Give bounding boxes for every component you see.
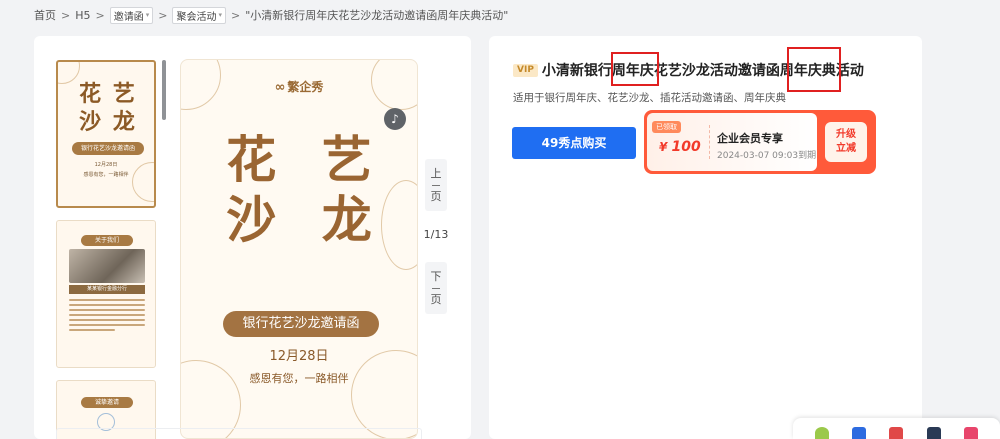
- next-page-button[interactable]: 下 页: [425, 262, 447, 314]
- divider: [432, 184, 440, 186]
- detail-panel: VIP 小清新银行周年庆花艺沙龙活动邀请函周年庆典活动 适用于银行周年庆、花艺沙…: [489, 36, 922, 439]
- thumbnail-date: 12月28日: [94, 162, 118, 168]
- brand-logo: ∞ 繁企秀: [181, 78, 417, 95]
- thumbnail-caption: 某某银行金融分行: [69, 285, 145, 294]
- breadcrumb-separator: >: [230, 8, 241, 22]
- preview-date: 12月28日: [269, 349, 329, 364]
- preview-title-line: 花 艺: [226, 130, 386, 189]
- divider: [709, 125, 710, 159]
- breadcrumb-category-dropdown[interactable]: 邀请函 ▾: [109, 6, 154, 24]
- divider: [432, 287, 440, 289]
- breadcrumb-separator: >: [61, 8, 71, 22]
- preview-panel: 花 艺 沙 龙 银行花艺沙龙邀请函 12月28日 感恩有您，一路相伴 关于我们 …: [34, 36, 471, 439]
- thumbnail-thanks: 感恩有您，一路相伴: [83, 172, 129, 178]
- breadcrumb-category-label: 邀请函: [113, 11, 144, 23]
- thumbnail-page-1[interactable]: 花 艺 沙 龙 银行花艺沙龙邀请函 12月28日 感恩有您，一路相伴: [56, 60, 156, 208]
- breadcrumb: 首页 > H5 > 邀请函 ▾ > 聚会活动 ▾ > "小清新银行周年庆花艺沙龙…: [34, 6, 508, 24]
- prev-page-label: 页: [430, 189, 442, 203]
- app-icon[interactable]: [964, 427, 979, 439]
- thumbnail-title-line: 花 艺: [79, 81, 137, 107]
- thumbnail-page-2[interactable]: 关于我们 某某银行金融分行: [56, 220, 156, 368]
- main-preview-canvas: ∞ 繁企秀 花 艺 沙 龙 银行花艺沙龙邀请函 12月28日 感恩有您，一路相伴: [180, 59, 418, 439]
- buy-button[interactable]: 49秀点购买: [512, 127, 636, 159]
- bottom-toolbar: [56, 428, 422, 439]
- user-icon[interactable]: [814, 427, 829, 439]
- coupon-tag: 已领取: [652, 121, 681, 133]
- breadcrumb-separator: >: [158, 8, 168, 22]
- upgrade-label: 升级: [836, 129, 856, 140]
- coupon-body: 已领取 ¥ 100 企业会员专享 2024-03-07 09:03到期: [647, 113, 817, 171]
- next-page-label: 下: [430, 269, 442, 283]
- vip-badge: VIP: [513, 63, 538, 77]
- highlight-box: [611, 52, 659, 86]
- thumbnail-photo: [69, 249, 145, 283]
- coupon-expire: 2024-03-07 09:03到期: [717, 151, 817, 161]
- thumbnail-banner: 银行花艺沙龙邀请函: [72, 142, 144, 155]
- prev-page-label: 上: [430, 166, 442, 180]
- thumbnail-header: 关于我们: [81, 235, 133, 246]
- breadcrumb-separator: >: [95, 8, 105, 22]
- thumbnail-title-line: 沙 龙: [79, 109, 137, 135]
- coupon-amount: ¥ 100: [659, 139, 701, 155]
- thumbnail-text-block: [69, 299, 145, 334]
- preview-title-line: 沙 龙: [226, 190, 386, 249]
- page-indicator: 1/13: [423, 228, 449, 241]
- logo-icon: ∞: [274, 80, 286, 95]
- coupon-value: 100: [671, 139, 701, 155]
- upgrade-label: 立减: [836, 143, 856, 154]
- breadcrumb-subcategory-dropdown[interactable]: 聚会活动 ▾: [172, 6, 226, 24]
- preview-thanks: 感恩有您，一路相伴: [249, 372, 349, 385]
- breadcrumb-home[interactable]: 首页: [34, 7, 56, 23]
- breadcrumb-h5[interactable]: H5: [75, 9, 90, 22]
- thumbnail-header: 诚挚邀请: [81, 397, 133, 408]
- logo-text: 繁企秀: [287, 80, 324, 94]
- tag-icon[interactable]: [889, 427, 904, 439]
- currency-symbol: ¥: [659, 140, 668, 154]
- shield-icon[interactable]: [852, 427, 867, 439]
- breadcrumb-subcategory-label: 聚会活动: [176, 11, 217, 23]
- thumbnail-list[interactable]: 花 艺 沙 龙 银行花艺沙龙邀请函 12月28日 感恩有您，一路相伴 关于我们 …: [56, 60, 158, 439]
- upgrade-button[interactable]: 升级 立减: [825, 122, 867, 162]
- preview-banner: 银行花艺沙龙邀请函: [223, 311, 379, 337]
- coupon-name: 企业会员专享: [717, 132, 783, 145]
- thumbnail-scrollbar[interactable]: [162, 60, 166, 120]
- next-page-label: 页: [430, 292, 442, 306]
- floral-decoration: [132, 162, 154, 202]
- breadcrumb-current: "小清新银行周年庆花艺沙龙活动邀请函周年庆典活动": [245, 9, 509, 22]
- music-note-icon[interactable]: ♪: [384, 108, 406, 130]
- floating-toolbar: [793, 418, 1000, 439]
- prev-page-button[interactable]: 上 页: [425, 159, 447, 211]
- coupon-card[interactable]: 已领取 ¥ 100 企业会员专享 2024-03-07 09:03到期 升级 立…: [644, 110, 876, 174]
- preview-title: 花 艺 沙 龙: [181, 130, 417, 250]
- thumbnail-title: 花 艺 沙 龙: [64, 80, 152, 136]
- template-subtitle: 适用于银行周年庆、花艺沙龙、插花活动邀请函、周年庆典: [513, 92, 786, 104]
- highlight-box: [787, 47, 841, 92]
- chevron-down-icon: ▾: [145, 11, 150, 19]
- service-icon[interactable]: [926, 427, 941, 439]
- chevron-down-icon: ▾: [218, 11, 222, 19]
